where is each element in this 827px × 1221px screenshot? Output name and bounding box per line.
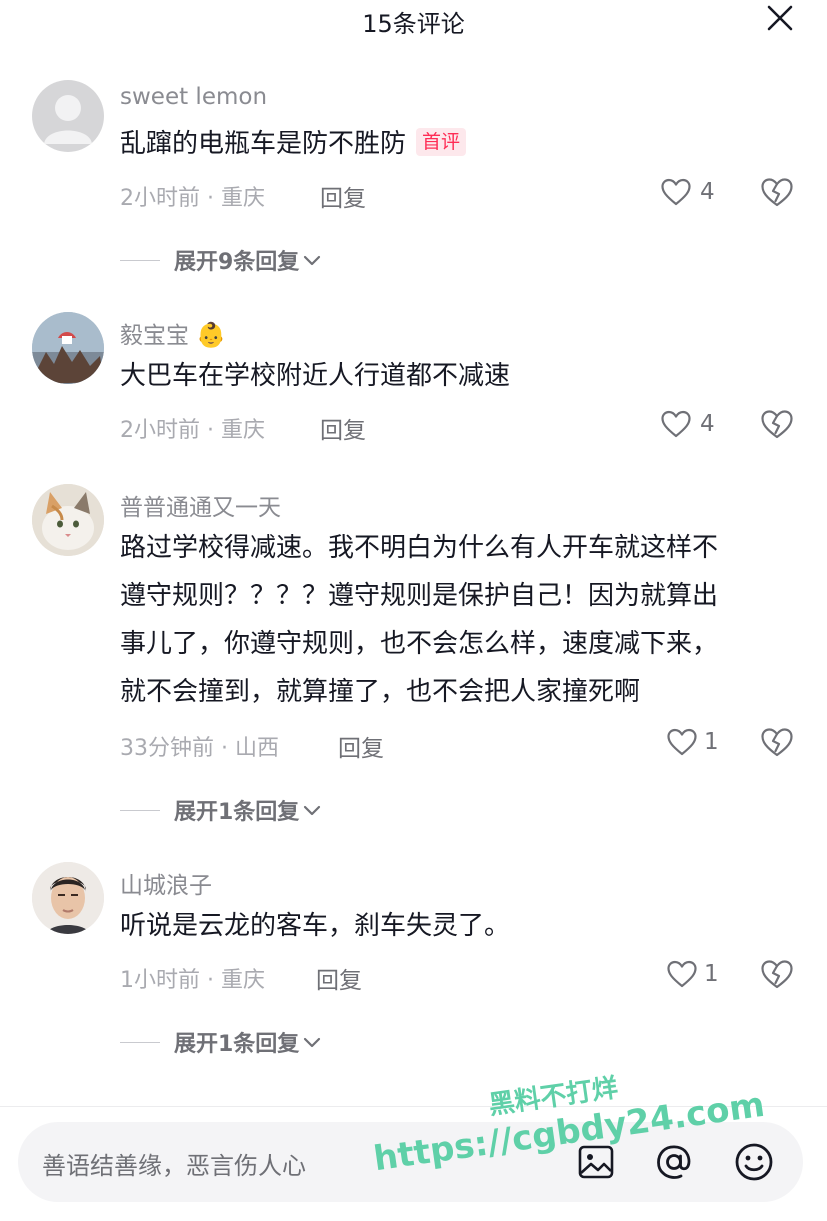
comment-text: 大巴车在学校附近人行道都不减速	[120, 361, 511, 391]
avatar[interactable]	[32, 484, 104, 556]
heart-icon[interactable]	[660, 177, 692, 207]
like-count: 1	[704, 961, 719, 987]
baby-emoji-icon: 👶	[196, 321, 227, 349]
reply-button[interactable]: 回复	[320, 179, 366, 213]
like-count: 4	[700, 179, 715, 205]
comment-time-location: 1小时前 · 重庆	[120, 968, 265, 993]
avatar[interactable]	[32, 862, 104, 934]
comment-time-location: 2小时前 · 重庆	[120, 186, 265, 211]
heart-icon[interactable]	[666, 727, 698, 757]
avatar[interactable]	[32, 312, 104, 384]
expand-replies-label: 展开1条回复	[174, 1032, 300, 1057]
comments-count-title: 15条评论	[362, 10, 465, 38]
comment-input-placeholder[interactable]: 善语结善缘，恶言伤人心	[42, 1146, 306, 1181]
comment-username[interactable]: 山城浪子	[120, 866, 212, 900]
like-count: 1	[704, 729, 719, 755]
comment-username[interactable]: sweet lemon	[120, 84, 267, 110]
first-comment-badge: 首评	[416, 128, 467, 156]
broken-heart-icon[interactable]	[760, 958, 794, 990]
broken-heart-icon[interactable]	[760, 726, 794, 758]
avatar[interactable]	[32, 80, 104, 152]
comment-time-location: 2小时前 · 重庆	[120, 418, 265, 443]
expand-replies-label: 展开9条回复	[174, 250, 300, 275]
heart-icon[interactable]	[660, 409, 692, 439]
at-icon[interactable]	[652, 1140, 696, 1184]
reply-button[interactable]: 回复	[338, 729, 384, 763]
reply-button[interactable]: 回复	[316, 961, 362, 995]
comment-text-line: 事儿了，你遵守规则，也不会怎么样，速度减下来，	[120, 629, 719, 659]
comment-username-text: 毅宝宝	[120, 323, 189, 349]
emoji-icon[interactable]	[732, 1140, 776, 1184]
broken-heart-icon[interactable]	[760, 176, 794, 208]
comments-header: 15条评论	[0, 0, 827, 40]
close-icon[interactable]	[765, 3, 795, 33]
broken-heart-icon[interactable]	[760, 408, 794, 440]
chevron-down-icon	[304, 255, 321, 266]
chevron-down-icon	[304, 805, 321, 816]
expand-replies-button[interactable]: 展开1条回复	[120, 1026, 323, 1058]
expand-divider-line	[120, 809, 160, 811]
chevron-down-icon	[304, 1037, 321, 1048]
comment-text-content: 乱蹿的电瓶车是防不胜防	[120, 129, 407, 159]
comment-username[interactable]: 普普通通又一天	[120, 488, 281, 522]
reply-button[interactable]: 回复	[320, 411, 366, 445]
expand-replies-button[interactable]: 展开9条回复	[120, 244, 323, 276]
expand-replies-button[interactable]: 展开1条回复	[120, 794, 323, 826]
comment-text: 听说是云龙的客车，刹车失灵了。	[120, 911, 511, 941]
comment-time-location: 33分钟前 · 山西	[120, 736, 279, 761]
heart-icon[interactable]	[666, 959, 698, 989]
comment-text: 乱蹿的电瓶车是防不胜防 首评	[120, 120, 800, 168]
expand-divider-line	[120, 1041, 160, 1043]
comment-text: 路过学校得减速。我不明白为什么有人开车就这样不 遵守规则？？？？遵守规则是保护自…	[120, 524, 800, 716]
expand-divider-line	[120, 259, 160, 261]
comment-text-line: 就不会撞到，就算撞了，也不会把人家撞死啊	[120, 677, 641, 707]
like-count: 4	[700, 411, 715, 437]
comment-username[interactable]: 毅宝宝 👶	[120, 316, 226, 350]
comment-text-line: 路过学校得减速。我不明白为什么有人开车就这样不	[120, 533, 719, 563]
comment-text-line: 遵守规则？？？？遵守规则是保护自己！因为就算出	[120, 581, 719, 611]
expand-replies-label: 展开1条回复	[174, 800, 300, 825]
